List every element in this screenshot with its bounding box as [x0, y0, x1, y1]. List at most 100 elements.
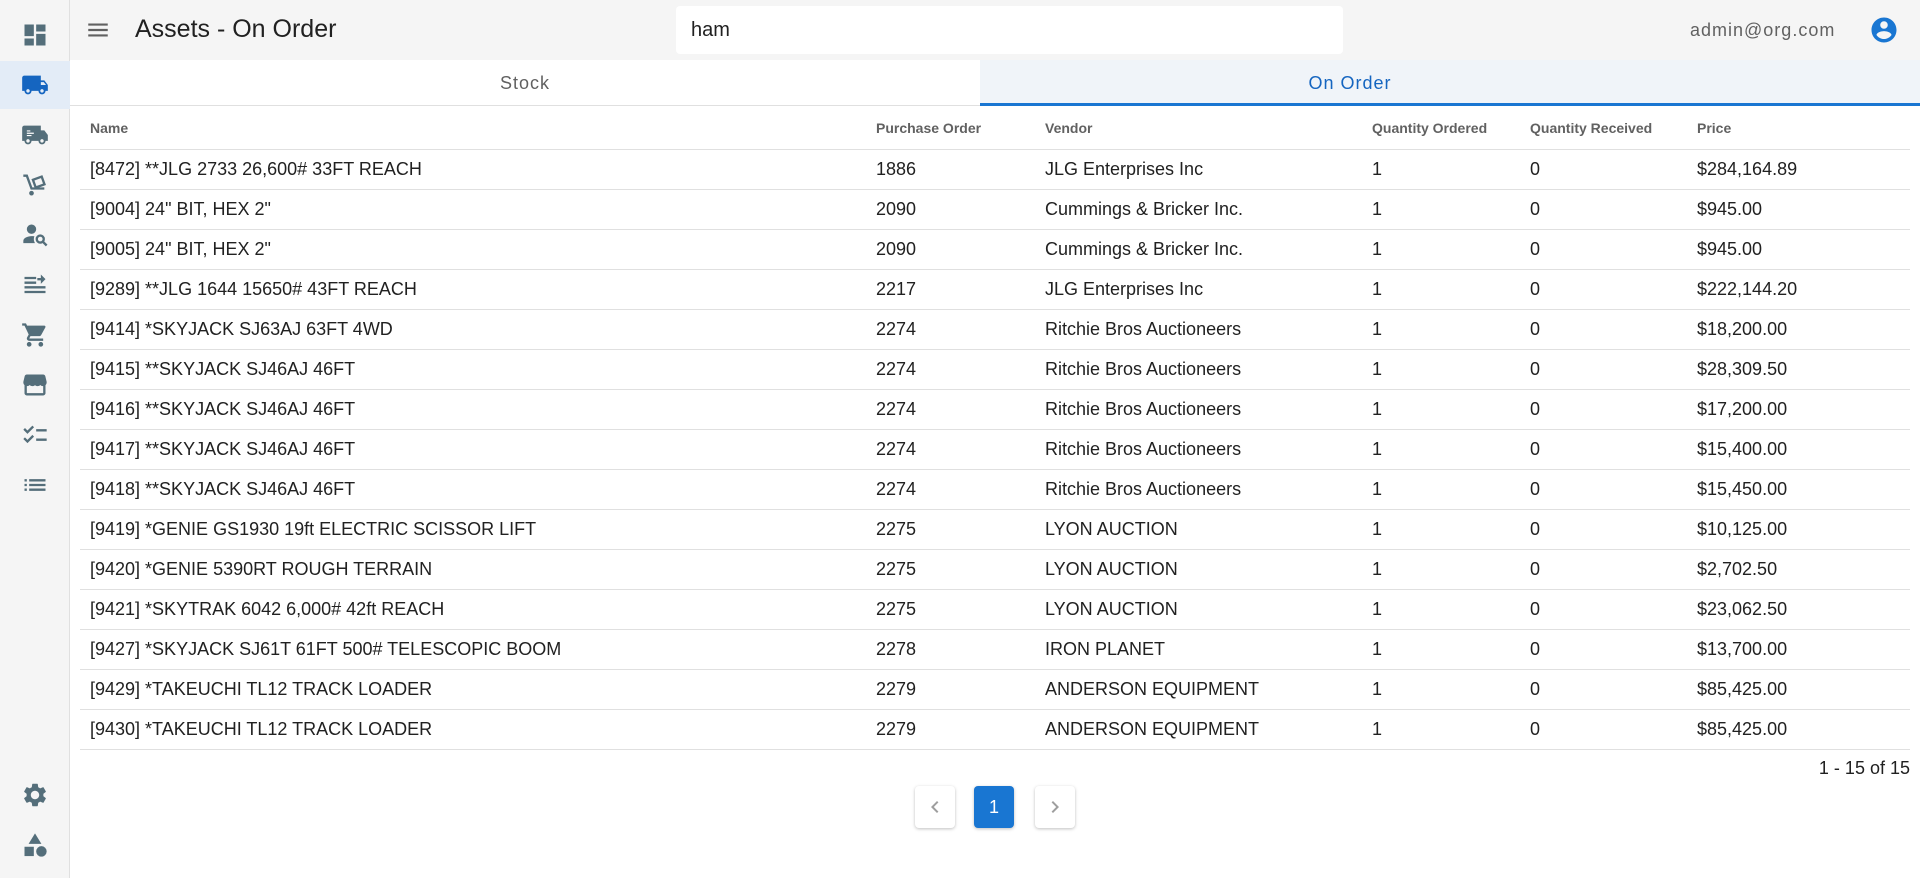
table-row[interactable]: [9414] *SKYJACK SJ63AJ 63FT 4WD 2274 Ritch…: [80, 309, 1910, 350]
cell-price: $945.00: [1687, 229, 1910, 270]
cell-quantity-received: 0: [1520, 589, 1687, 630]
page-button-current[interactable]: 1: [974, 786, 1014, 828]
cart-icon: [22, 323, 46, 347]
tab-on-order[interactable]: On Order: [980, 60, 1920, 106]
cell-purchase-order: 2275: [866, 589, 1035, 630]
column-header-quantity-received[interactable]: Quantity Received: [1520, 107, 1687, 150]
shapes-icon: [24, 833, 47, 857]
sidebar-item-cart[interactable]: [0, 311, 70, 359]
sidebar-item-people[interactable]: [0, 211, 70, 259]
table-row[interactable]: [9420] *GENIE 5390RT ROUGH TERRAIN 2275 LY…: [80, 549, 1910, 590]
account-circle-icon: [1871, 17, 1897, 43]
cell-quantity-ordered: 1: [1362, 229, 1520, 270]
table-row[interactable]: [9004] 24" BIT, HEX 2" 2090 Cummings & Bri…: [80, 189, 1910, 230]
app-window: Assets - On Order admin@org.com Stock On…: [0, 0, 1920, 878]
table-row[interactable]: [9419] *GENIE GS1930 19ft ELECTRIC SCISS…: [80, 509, 1910, 550]
table-row[interactable]: [9418] **SKYJACK SJ46AJ 46FT 2274 Ritchie …: [80, 469, 1910, 510]
cell-quantity-received: 0: [1520, 149, 1687, 190]
cell-purchase-order: 2279: [866, 709, 1035, 750]
gear-icon: [24, 783, 46, 807]
sidebar-item-categories[interactable]: [0, 821, 70, 869]
person-search-icon: [23, 224, 48, 247]
cell-price: $2,702.50: [1687, 549, 1910, 590]
sidebar-item-assets[interactable]: [0, 61, 70, 109]
cell-purchase-order: 2217: [866, 269, 1035, 310]
previous-page-button[interactable]: [915, 786, 955, 828]
cell-quantity-ordered: 1: [1362, 509, 1520, 550]
sidebar-item-dashboard[interactable]: [0, 11, 70, 59]
main-content: Stock On Order Name Purchase Order Vendo…: [70, 60, 1920, 878]
sidebar-item-transfers[interactable]: [0, 261, 70, 309]
table-row[interactable]: [9430] *TAKEUCHI TL12 TRACK LOADER 2279 AN…: [80, 709, 1910, 750]
sidebar-item-dolly[interactable]: [0, 161, 70, 209]
table-row[interactable]: [9005] 24" BIT, HEX 2" 2090 Cummings & Bri…: [80, 229, 1910, 270]
page-title: Assets - On Order: [135, 15, 337, 43]
account-button[interactable]: [1868, 14, 1900, 46]
user-email: admin@org.com: [1690, 20, 1836, 40]
next-page-button[interactable]: [1035, 786, 1075, 828]
store-icon: [23, 374, 47, 396]
cell-price: $13,700.00: [1687, 629, 1910, 670]
column-header-vendor[interactable]: Vendor: [1035, 107, 1362, 150]
list-icon: [24, 479, 46, 491]
cell-price: $23,062.50: [1687, 589, 1910, 630]
cell-name: [9416] **SKYJACK SJ46AJ 46FT: [80, 389, 866, 430]
cell-quantity-received: 0: [1520, 549, 1687, 590]
sidebar: [0, 0, 70, 878]
cell-name: [9420] *GENIE 5390RT ROUGH TERRAIN: [80, 549, 866, 590]
tab-on-order-label: On Order: [1308, 72, 1392, 93]
table-row[interactable]: [9289] **JLG 1644 15650# 43FT REACH 2217 J…: [80, 269, 1910, 310]
checklist-icon: [23, 425, 47, 444]
cell-vendor: Ritchie Bros Auctioneers: [1035, 309, 1362, 350]
table-header-row: Name Purchase Order Vendor Quantity Orde…: [80, 107, 1910, 150]
table-row[interactable]: [9427] *SKYJACK SJ61T 61FT 500# TELESCOP…: [80, 629, 1910, 670]
cell-vendor: ANDERSON EQUIPMENT: [1035, 709, 1362, 750]
sidebar-item-checklist[interactable]: [0, 411, 70, 459]
table-row[interactable]: [9416] **SKYJACK SJ46AJ 46FT 2274 Ritchie …: [80, 389, 1910, 430]
tab-stock[interactable]: Stock: [70, 60, 980, 106]
table-row[interactable]: [9429] *TAKEUCHI TL12 TRACK LOADER 2279 AN…: [80, 669, 1910, 710]
table-row[interactable]: [9417] **SKYJACK SJ46AJ 46FT 2274 Ritchie …: [80, 429, 1910, 470]
cell-name: [9429] *TAKEUCHI TL12 TRACK LOADER: [80, 669, 866, 710]
cell-vendor: LYON AUCTION: [1035, 589, 1362, 630]
column-header-quantity-ordered[interactable]: Quantity Ordered: [1362, 107, 1520, 150]
cell-price: $28,309.50: [1687, 349, 1910, 390]
column-header-name[interactable]: Name: [80, 107, 866, 150]
cell-purchase-order: 2279: [866, 669, 1035, 710]
truck-icon: [22, 75, 48, 95]
search-field[interactable]: [676, 6, 1343, 54]
menu-button[interactable]: [82, 14, 114, 46]
cell-name: [9415] **SKYJACK SJ46AJ 46FT: [80, 349, 866, 390]
cell-quantity-received: 0: [1520, 309, 1687, 350]
cell-quantity-ordered: 1: [1362, 549, 1520, 590]
cell-quantity-ordered: 1: [1362, 429, 1520, 470]
cell-quantity-ordered: 1: [1362, 349, 1520, 390]
cell-vendor: LYON AUCTION: [1035, 549, 1362, 590]
dashboard-icon: [24, 24, 46, 46]
cell-name: [9005] 24" BIT, HEX 2": [80, 229, 866, 270]
chevron-right-icon: [1051, 801, 1059, 813]
chevron-left-icon: [931, 801, 939, 813]
search-input[interactable]: [676, 6, 1343, 54]
column-header-purchase-order[interactable]: Purchase Order: [866, 107, 1035, 150]
sidebar-item-settings[interactable]: [0, 771, 70, 819]
top-bar: Assets - On Order admin@org.com: [70, 0, 1920, 60]
table-row[interactable]: [9421] *SKYTRAK 6042 6,000# 42ft REACH 22…: [80, 589, 1910, 630]
cell-vendor: Ritchie Bros Auctioneers: [1035, 349, 1362, 390]
sidebar-item-store[interactable]: [0, 361, 70, 409]
cell-name: [9419] *GENIE GS1930 19ft ELECTRIC SCISS…: [80, 509, 866, 550]
cell-price: $284,164.89: [1687, 149, 1910, 190]
cell-price: $945.00: [1687, 189, 1910, 230]
moving-truck-icon: [22, 125, 48, 145]
cell-price: $10,125.00: [1687, 509, 1910, 550]
transfer-list-icon: [24, 274, 46, 294]
table-row[interactable]: [9415] **SKYJACK SJ46AJ 46FT 2274 Ritchie …: [80, 349, 1910, 390]
cell-name: [8472] **JLG 2733 26,600# 33FT REACH: [80, 149, 866, 190]
sidebar-item-list[interactable]: [0, 461, 70, 509]
cell-price: $17,200.00: [1687, 389, 1910, 430]
column-header-price[interactable]: Price: [1687, 107, 1910, 150]
table-row[interactable]: [8472] **JLG 2733 26,600# 33FT REACH 1886…: [80, 149, 1910, 190]
cell-quantity-ordered: 1: [1362, 389, 1520, 430]
cell-quantity-received: 0: [1520, 269, 1687, 310]
sidebar-item-moving[interactable]: [0, 111, 70, 159]
